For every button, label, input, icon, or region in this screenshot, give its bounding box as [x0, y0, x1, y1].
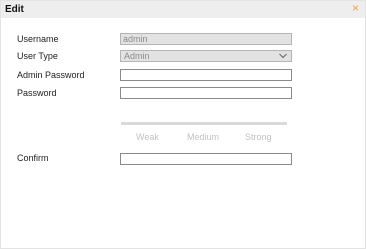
user-type-select[interactable]: Admin [120, 50, 292, 62]
dialog-titlebar: Edit × [1, 1, 365, 18]
admin-password-label: Admin Password [17, 70, 85, 80]
username-field [120, 33, 292, 45]
confirm-label: Confirm [17, 153, 49, 163]
confirm-password-field[interactable] [120, 153, 292, 165]
strength-medium-label: Medium [187, 132, 220, 142]
edit-dialog: Edit × Username User Type Admin Admin Pa… [0, 0, 366, 249]
password-label: Password [17, 88, 57, 98]
dialog-title: Edit [5, 4, 24, 15]
password-field[interactable] [120, 87, 292, 99]
admin-password-field[interactable] [120, 69, 292, 81]
username-label: Username [17, 34, 59, 44]
strength-strong-label: Strong [245, 132, 272, 142]
user-type-label: User Type [17, 51, 58, 61]
password-strength-bar [121, 122, 287, 125]
user-type-value: Admin [124, 51, 150, 61]
chevron-down-icon [279, 53, 287, 59]
close-icon[interactable]: × [352, 2, 359, 14]
strength-weak-label: Weak [136, 132, 159, 142]
